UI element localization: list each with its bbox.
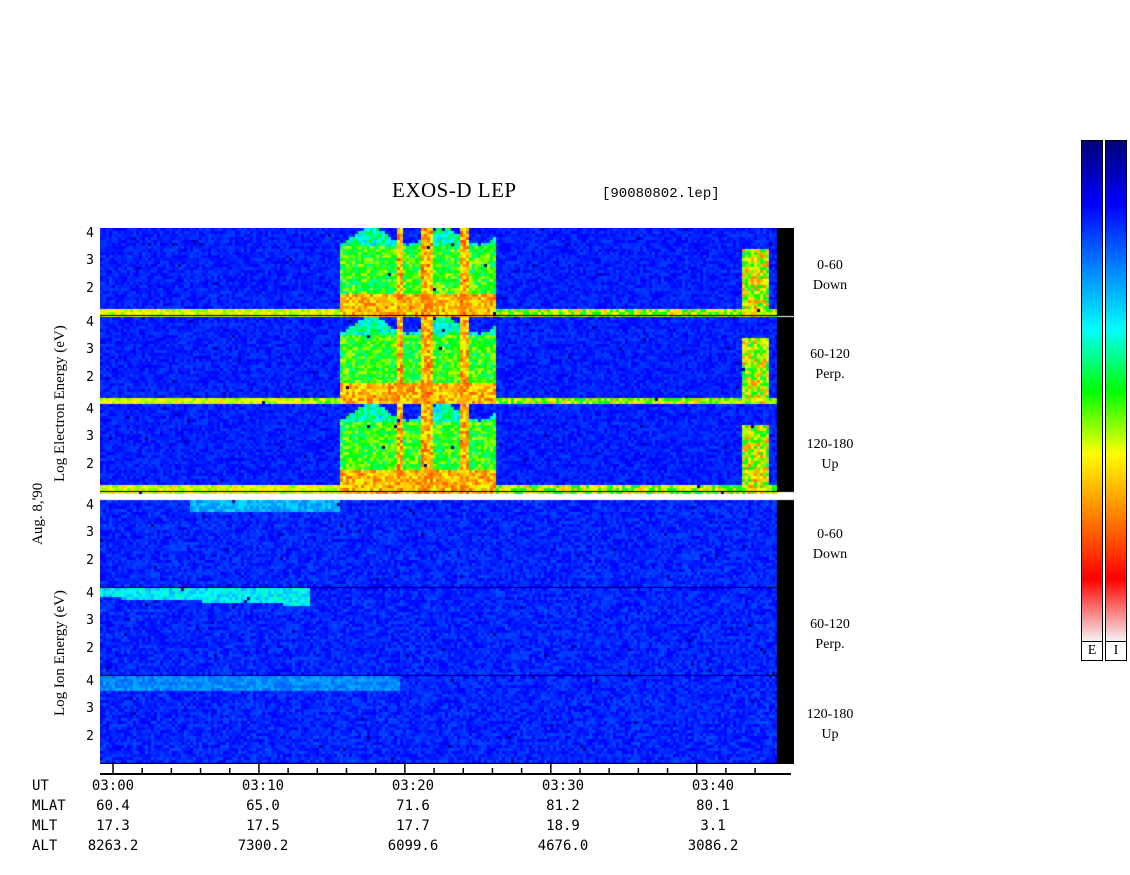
ephemeris-value: 65.0 [246,798,280,814]
date-label: Aug. 8,'90 [30,482,46,545]
angle-direction: Down [812,278,848,293]
ephemeris-value: 6099.6 [387,838,439,854]
ephemeris-value: 7300.2 [237,838,289,854]
angle-label-e2: 60-120 Perp. [790,345,870,385]
chart-title: EXOS-D LEP [392,178,517,202]
y-tick-label: 4 [86,673,94,689]
y-tick-label: 2 [86,552,94,568]
colorbar-e [1081,140,1103,642]
electron-ylabel: Log Electron Energy (eV) [52,325,68,482]
y-tick-label: 3 [86,342,94,357]
angle-label-e3: 120-180 Up [790,435,870,475]
y-tick-label: 4 [86,497,94,513]
y-tick-label: 2 [86,728,94,744]
row-label-ut: UT [32,778,49,794]
ephemeris-value: 03:00 [91,778,135,794]
angle-range: 60-120 [810,347,850,362]
ephemeris-value: 3.1 [700,818,726,834]
y-tick-label: 4 [86,225,94,241]
y-tick-label: 2 [86,456,94,472]
y-tick-label: 3 [86,429,94,444]
colorbar-e-label: E [1081,641,1103,661]
angle-direction: Up [821,457,839,472]
row-label-alt: ALT [32,838,58,854]
y-tick-label: 3 [86,613,94,628]
y-tick-label: 4 [86,585,94,601]
file-label: [90080802.lep] [602,186,720,202]
y-tick-label: 2 [86,640,94,656]
time-axis-ticks [112,762,756,774]
row-label-mlat: MLAT [32,798,66,814]
ephemeris-table: UT MLAT MLT ALT 03:00 03:10 03:20 03:30 03:4… [0,778,800,860]
ephemeris-value: 4676.0 [537,838,589,854]
angle-label-i3: 120-180 Up [790,705,870,745]
angle-range: 120-180 [806,437,854,452]
y-tick-label: 3 [86,253,94,268]
spectrogram-canvas [100,228,794,764]
colorbar-i-label: I [1105,641,1127,661]
angle-label-e1: 0-60 Down [790,256,870,296]
ephemeris-value: 17.3 [96,818,130,834]
y-tick-label: 3 [86,701,94,716]
ephemeris-value: 03:30 [541,778,585,794]
ephemeris-value: 18.9 [546,818,580,834]
ephemeris-value: 71.6 [396,798,430,814]
angle-direction: Perp. [815,367,845,382]
ephemeris-value: 80.1 [696,798,730,814]
y-tick-label: 3 [86,525,94,540]
ephemeris-value: 17.5 [246,818,280,834]
angle-range: 60-120 [810,617,850,632]
angle-range: 0-60 [817,258,843,273]
row-label-mlt: MLT [32,818,58,834]
angle-direction: Up [821,727,839,742]
angle-direction: Down [812,547,848,562]
angle-range: 120-180 [806,707,854,722]
angle-direction: Perp. [815,637,845,652]
y-tick-label: 2 [86,280,94,296]
ephemeris-value: 60.4 [96,798,130,814]
ephemeris-value: 17.7 [396,818,430,834]
time-axis [100,762,791,775]
ephemeris-value: 03:20 [391,778,435,794]
ion-ylabel: Log Ion Energy (eV) [52,590,68,716]
angle-label-i2: 60-120 Perp. [790,615,870,655]
y-tick-label: 4 [86,314,94,330]
angle-range: 0-60 [817,527,843,542]
y-tick-label: 4 [86,401,94,417]
ephemeris-value: 81.2 [546,798,580,814]
ephemeris-value: 3086.2 [687,838,739,854]
ephemeris-value: 03:40 [691,778,735,794]
colorbar-i [1105,140,1127,642]
ephemeris-value: 8263.2 [87,838,139,854]
y-tick-label: 2 [86,369,94,385]
ephemeris-value: 03:10 [241,778,285,794]
angle-label-i1: 0-60 Down [790,525,870,565]
